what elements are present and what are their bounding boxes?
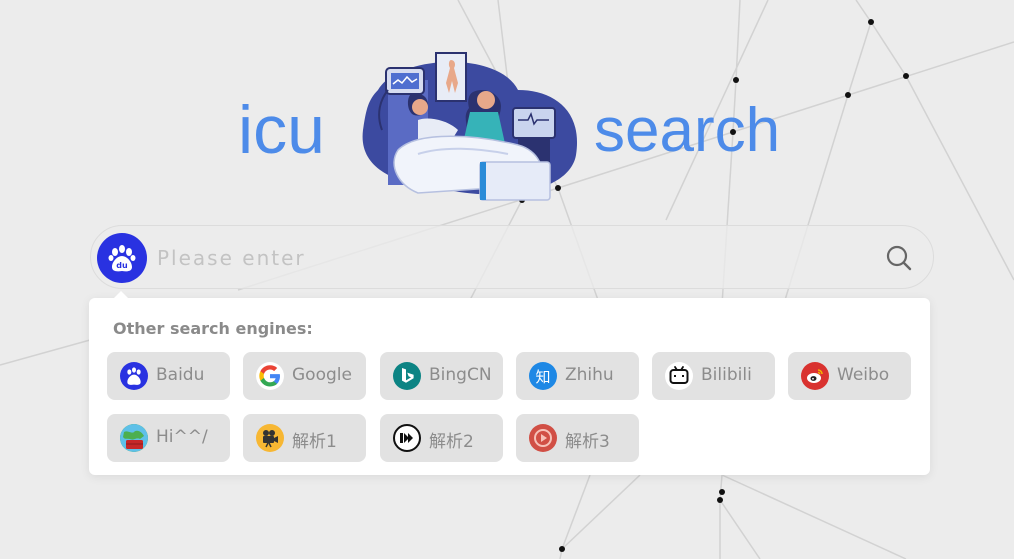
engine-bilibili[interactable]: Bilibili (652, 352, 775, 400)
engine-label: BingCN (429, 365, 492, 385)
play-circle-icon (529, 424, 557, 452)
engine-jiexi-3[interactable]: 解析3 (516, 414, 639, 462)
engine-label: 解析2 (429, 432, 474, 452)
logo-text-left: icu (238, 92, 325, 168)
icu-patient-illustration (362, 52, 578, 201)
engine-weibo[interactable]: Weibo (788, 352, 911, 400)
film-camera-icon (256, 424, 284, 452)
search-icon[interactable] (885, 244, 913, 272)
dropdown-arrow (113, 291, 129, 299)
bing-icon (393, 362, 421, 390)
zhihu-icon: 知 (529, 362, 557, 390)
baidu-paw-icon: du (108, 245, 136, 272)
engine-label: Weibo (837, 365, 890, 385)
engine-label: 解析1 (292, 432, 337, 452)
engine-label: Google (292, 365, 352, 385)
engine-hi[interactable]: Hi^^/ (107, 414, 230, 462)
fast-forward-icon (393, 424, 421, 452)
engine-label: Baidu (156, 365, 205, 385)
engine-jiexi-2[interactable]: 解析2 (380, 414, 503, 462)
panel-title: Other search engines: (113, 319, 313, 338)
weibo-icon (801, 362, 829, 390)
bilibili-tv-icon (665, 362, 693, 390)
baidu-paw-icon (120, 362, 148, 390)
engine-bingcn[interactable]: BingCN (380, 352, 503, 400)
engine-label: Zhihu (565, 365, 614, 385)
engine-label: Bilibili (701, 365, 752, 385)
current-engine-button[interactable]: du (97, 233, 147, 283)
engine-label: 解析3 (565, 432, 610, 452)
globe-icon (120, 424, 148, 452)
logo-text-right: search (594, 96, 781, 165)
svg-text:du: du (116, 261, 128, 270)
engine-dropdown-panel: Other search engines: Baidu Google BingC… (89, 298, 930, 475)
google-g-icon (256, 362, 284, 390)
engine-zhihu[interactable]: 知 Zhihu (516, 352, 639, 400)
search-input[interactable] (157, 238, 857, 278)
engine-baidu[interactable]: Baidu (107, 352, 230, 400)
engine-jiexi-1[interactable]: 解析1 (243, 414, 366, 462)
search-bar: du (90, 225, 934, 289)
engine-google[interactable]: Google (243, 352, 366, 400)
engine-label: Hi^^/ (156, 427, 208, 447)
